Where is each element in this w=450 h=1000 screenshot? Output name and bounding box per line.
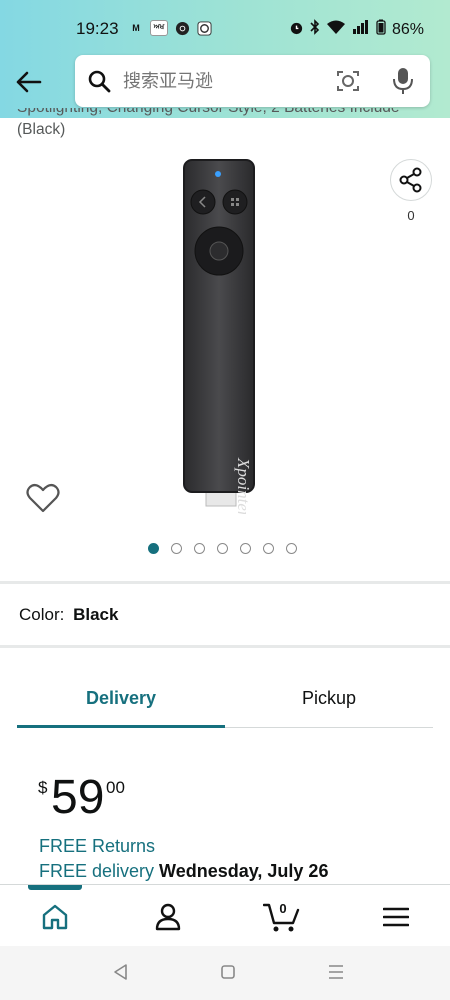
fulfillment-tabs: Delivery Pickup <box>17 670 433 730</box>
carousel-dot[interactable] <box>148 543 159 554</box>
free-delivery-link[interactable]: FREE delivery <box>39 861 154 881</box>
search-input[interactable] <box>123 67 323 95</box>
share-icon <box>399 167 422 193</box>
nav-account-button[interactable] <box>148 899 188 935</box>
news-app-icon: ਅਖ <box>150 20 168 36</box>
active-nav-indicator <box>28 885 82 890</box>
status-bar: 19:23 M ਅਖ 86% <box>0 0 450 56</box>
delivery-date: Wednesday, July 26 <box>159 861 329 881</box>
section-divider <box>0 581 450 584</box>
carousel-dot[interactable] <box>171 543 182 554</box>
carousel-dot[interactable] <box>240 543 251 554</box>
search-icon <box>87 69 111 98</box>
bluetooth-icon <box>310 19 320 40</box>
price-whole: 59 <box>51 771 105 824</box>
microphone-icon[interactable] <box>391 67 415 100</box>
cart-count: 0 <box>279 901 287 916</box>
battery-icon <box>376 19 386 40</box>
system-recents-button[interactable] <box>324 962 348 982</box>
tab-pickup[interactable]: Pickup <box>225 670 433 726</box>
carousel-dot[interactable] <box>217 543 228 554</box>
battery-level: 86% <box>391 20 424 38</box>
wifi-icon <box>326 19 346 40</box>
price-symbol: $ <box>38 778 48 797</box>
chrome-app-icon <box>174 20 190 36</box>
price-fraction: 00 <box>106 778 125 797</box>
nav-menu-button[interactable] <box>376 899 416 935</box>
system-back-button[interactable] <box>108 962 132 982</box>
product-title[interactable]: Spotlighting, Changing Cursor Style, 2 B… <box>17 108 437 141</box>
back-arrow-icon <box>16 71 42 93</box>
recents-menu-icon <box>329 965 343 979</box>
product-title-line1: Spotlighting, Changing Cursor Style, 2 B… <box>17 108 437 119</box>
camera-search-icon[interactable] <box>335 68 361 99</box>
triangle-back-icon <box>114 964 127 980</box>
system-navigation-bar <box>0 946 450 1000</box>
search-bar[interactable] <box>75 55 430 107</box>
delivery-info: FREE delivery Wednesday, July 26 <box>39 861 328 882</box>
product-image[interactable]: Xpointer <box>178 158 260 518</box>
status-indicators: 86% <box>289 19 424 40</box>
wishlist-button[interactable] <box>26 482 60 514</box>
hamburger-menu-icon <box>383 907 409 927</box>
signal-icon <box>352 20 370 39</box>
tab-delivery[interactable]: Delivery <box>17 670 225 726</box>
product-brand-mark: Xpointer <box>234 457 253 514</box>
color-label: Color: <box>19 605 65 624</box>
nav-cart-button[interactable]: 0 <box>262 899 302 935</box>
carousel-dot[interactable] <box>286 543 297 554</box>
carousel-dot[interactable] <box>194 543 205 554</box>
bottom-navigation: 0 <box>0 884 450 946</box>
openai-app-icon <box>196 20 212 36</box>
color-selector[interactable]: Color: Black <box>19 605 118 625</box>
free-returns-link[interactable]: FREE Returns <box>39 836 155 857</box>
section-divider <box>0 645 450 648</box>
back-button[interactable] <box>10 64 46 100</box>
image-carousel-dots[interactable] <box>148 543 297 554</box>
person-icon <box>155 903 181 931</box>
square-home-icon <box>221 965 235 979</box>
share-button[interactable] <box>390 159 432 201</box>
status-app-icons: M ਅਖ <box>128 20 212 36</box>
active-tab-indicator <box>17 725 225 728</box>
system-home-button[interactable] <box>216 962 240 982</box>
carousel-dot[interactable] <box>263 543 274 554</box>
gmail-app-icon: M <box>132 23 140 33</box>
alarm-icon <box>289 20 304 40</box>
share-count: 0 <box>407 208 415 223</box>
heart-icon <box>26 483 60 513</box>
status-time: 19:23 <box>76 19 119 38</box>
color-value: Black <box>73 605 119 624</box>
product-title-line2: (Black) <box>17 121 66 138</box>
nav-home-button[interactable] <box>35 899 75 935</box>
home-icon <box>42 904 68 930</box>
